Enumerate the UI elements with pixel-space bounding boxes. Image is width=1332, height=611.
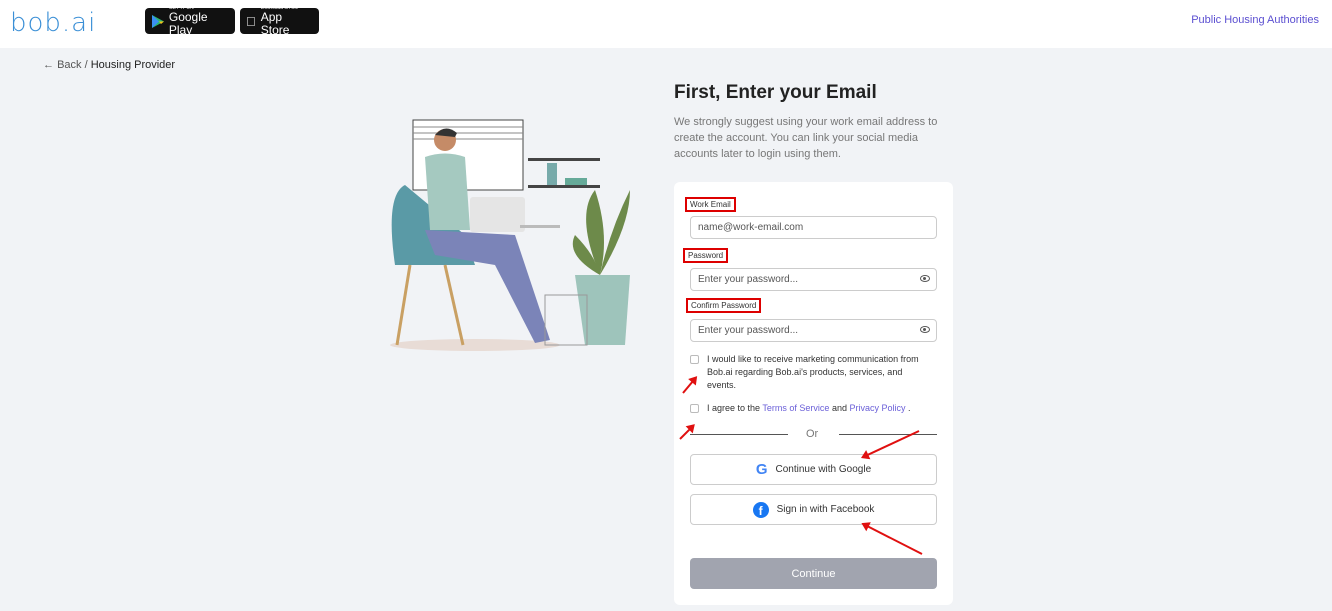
show-confirm-password-icon[interactable] xyxy=(920,326,930,333)
show-password-icon[interactable] xyxy=(920,275,930,282)
marketing-checkbox[interactable] xyxy=(690,355,699,364)
marketing-text: I would like to receive marketing commun… xyxy=(707,354,919,390)
confirm-password-input[interactable]: Enter your password... xyxy=(690,319,937,342)
page-subtitle: We strongly suggest using your work emai… xyxy=(674,116,938,160)
terms-of-service-link[interactable]: Terms of Service xyxy=(762,403,829,413)
google-icon: G xyxy=(755,461,768,478)
confirm-password-label: Confirm Password xyxy=(686,298,762,313)
privacy-policy-link[interactable]: Privacy Policy xyxy=(849,403,905,413)
google-play-button[interactable]: GET IT ON Google Play xyxy=(145,5,235,37)
breadcrumb: ← Back / Housing Provider xyxy=(43,59,175,71)
public-housing-authorities-link[interactable]: Public Housing Authorities xyxy=(1191,14,1319,26)
logo[interactable]: bob.ai xyxy=(10,8,96,38)
terms-checkbox[interactable] xyxy=(690,404,699,413)
terms-text: I agree to the Terms of Service and Priv… xyxy=(707,403,911,413)
google-button[interactable]: G Continue with Google xyxy=(690,454,937,485)
work-email-input[interactable]: name@work-email.com xyxy=(690,216,937,239)
apple-icon:  xyxy=(246,14,256,29)
page-title: First, Enter your Email xyxy=(674,82,877,103)
back-link[interactable]: Back / xyxy=(57,59,88,71)
google-play-icon xyxy=(152,14,164,28)
header: bob.ai GET IT ONGoogle Play  Download o… xyxy=(0,0,1332,48)
facebook-icon: f xyxy=(752,501,769,518)
signup-form: Work Email name@work-email.com Password … xyxy=(674,182,953,605)
facebook-button[interactable]: f Sign in with Facebook xyxy=(690,494,937,525)
illustration xyxy=(390,119,630,351)
back-arrow-icon[interactable]: ← xyxy=(43,59,54,71)
breadcrumb-current: Housing Provider xyxy=(90,59,176,71)
app-store-button[interactable]:  Download on theApp Store xyxy=(240,5,319,37)
work-email-label: Work Email xyxy=(685,197,736,212)
password-input[interactable]: Enter your password... xyxy=(690,268,937,291)
continue-button[interactable]: Continue xyxy=(690,558,937,589)
password-label: Password xyxy=(683,248,729,263)
